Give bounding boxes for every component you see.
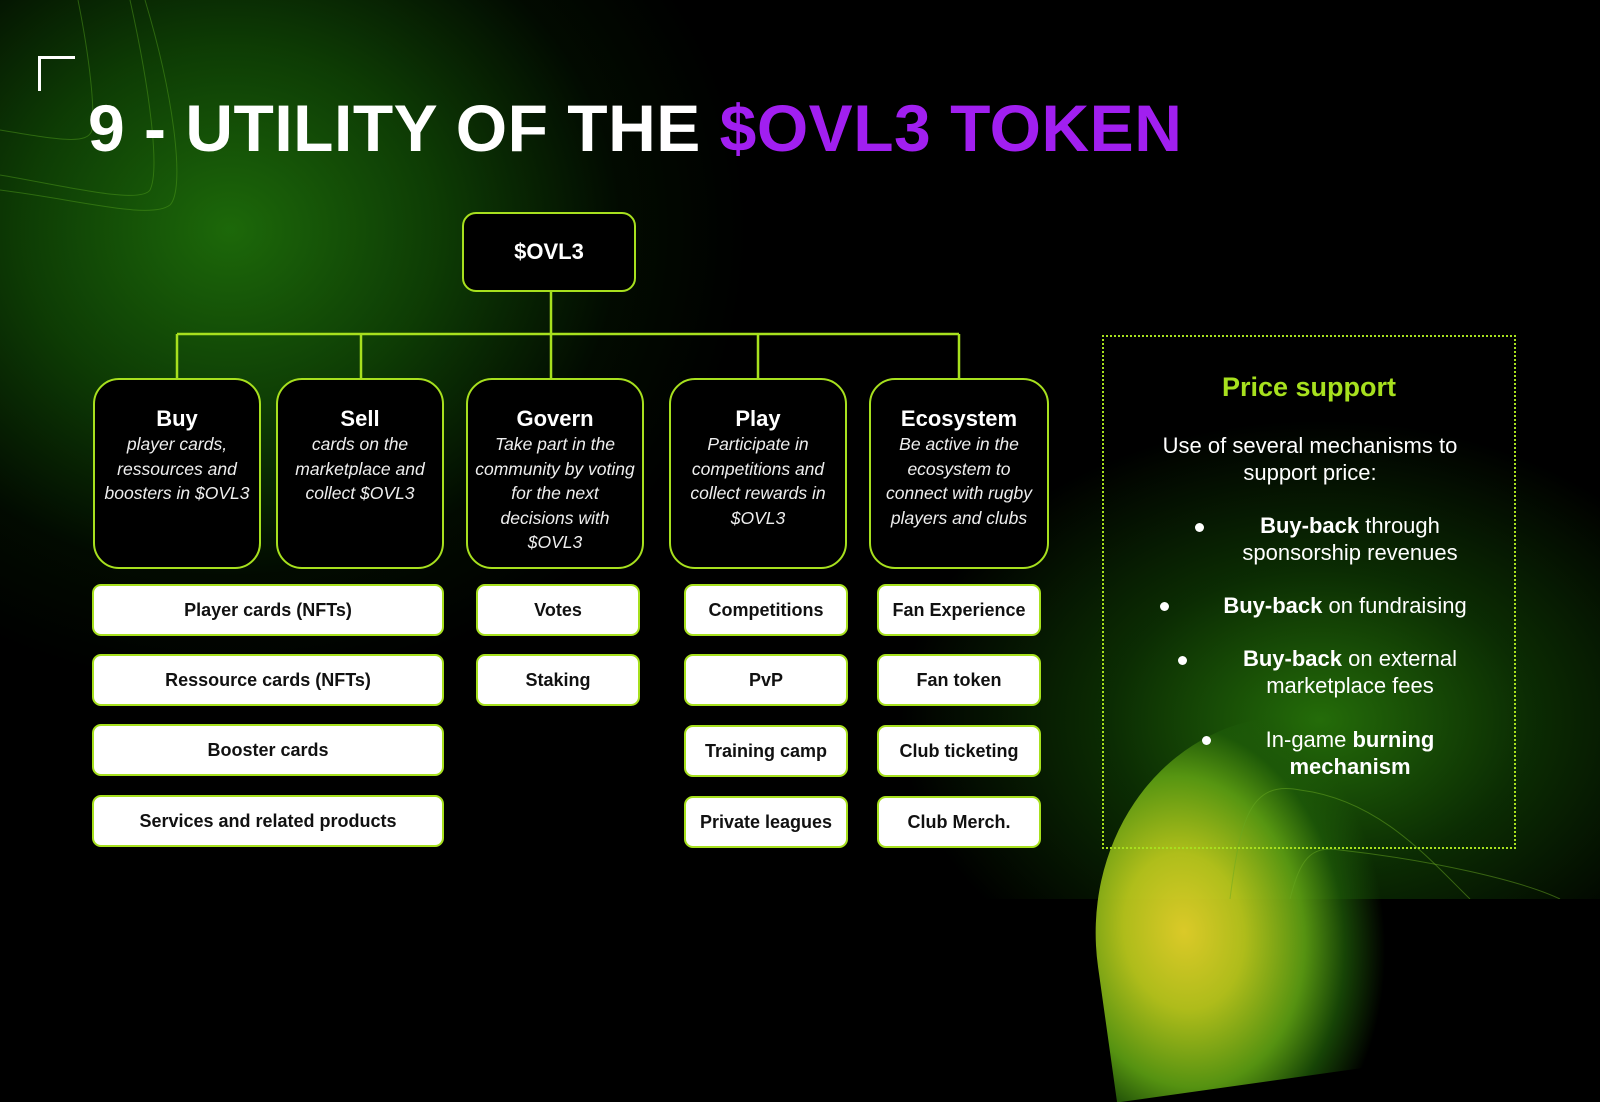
root-node: $OVL3 bbox=[462, 212, 636, 292]
price-support-bullet: Buy-back on external marketplace fees bbox=[1212, 645, 1488, 699]
category-ecosystem: Ecosystem Be active in the ecosystem to … bbox=[869, 378, 1049, 569]
price-support-bullet: Buy-back through sponsorship revenues bbox=[1210, 512, 1490, 566]
category-description: Take part in the community by voting for… bbox=[475, 434, 635, 552]
item-player-cards: Player cards (NFTs) bbox=[92, 584, 444, 636]
category-play: Play Participate in competitions and col… bbox=[669, 378, 847, 569]
bullet-bold: Buy-back bbox=[1260, 513, 1360, 538]
category-heading: Sell bbox=[340, 406, 380, 431]
item-booster-cards: Booster cards bbox=[92, 724, 444, 776]
item-club-merch: Club Merch. bbox=[877, 796, 1041, 848]
bullet-dot-icon bbox=[1195, 523, 1204, 532]
category-sell: Sell cards on the marketplace and collec… bbox=[276, 378, 444, 569]
item-votes: Votes bbox=[476, 584, 640, 636]
bullet-dot-icon bbox=[1160, 602, 1169, 611]
bullet-text: on fundraising bbox=[1322, 593, 1467, 618]
item-private-leagues: Private leagues bbox=[684, 796, 848, 848]
bullet-dot-icon bbox=[1178, 656, 1187, 665]
category-description: Participate in competitions and collect … bbox=[690, 434, 826, 528]
category-heading: Ecosystem bbox=[900, 406, 1018, 431]
item-fan-experience: Fan Experience bbox=[877, 584, 1041, 636]
item-ressource-cards: Ressource cards (NFTs) bbox=[92, 654, 444, 706]
category-heading: Govern bbox=[516, 406, 594, 431]
category-description: cards on the marketplace and collect $OV… bbox=[295, 434, 425, 503]
item-staking: Staking bbox=[476, 654, 640, 706]
category-heading: Play bbox=[735, 406, 781, 431]
category-govern: Govern Take part in the community by vot… bbox=[466, 378, 644, 569]
item-training-camp: Training camp bbox=[684, 725, 848, 777]
category-buy: Buy player cards, ressources and booster… bbox=[93, 378, 261, 569]
price-support-bullet: Buy-back on fundraising bbox=[1195, 592, 1495, 619]
bullet-bold: Buy-back bbox=[1242, 646, 1343, 671]
bullet-bold: Buy-back bbox=[1223, 593, 1323, 618]
item-competitions: Competitions bbox=[684, 584, 848, 636]
category-description: player cards, ressources and boosters in… bbox=[104, 434, 250, 503]
price-support-bullet: In-game burning mechanism bbox=[1230, 726, 1470, 780]
item-club-ticketing: Club ticketing bbox=[877, 725, 1041, 777]
item-fan-token: Fan token bbox=[877, 654, 1041, 706]
item-services: Services and related products bbox=[92, 795, 444, 847]
category-description: Be active in the ecosystem to connect wi… bbox=[886, 434, 1032, 528]
bullet-dot-icon bbox=[1202, 736, 1211, 745]
category-heading: Buy bbox=[156, 406, 198, 431]
price-support-intro: Use of several mechanisms to support pri… bbox=[1162, 433, 1458, 485]
item-pvp: PvP bbox=[684, 654, 848, 706]
price-support-title: Price support bbox=[1221, 372, 1397, 402]
bullet-text: In-game bbox=[1265, 727, 1353, 752]
